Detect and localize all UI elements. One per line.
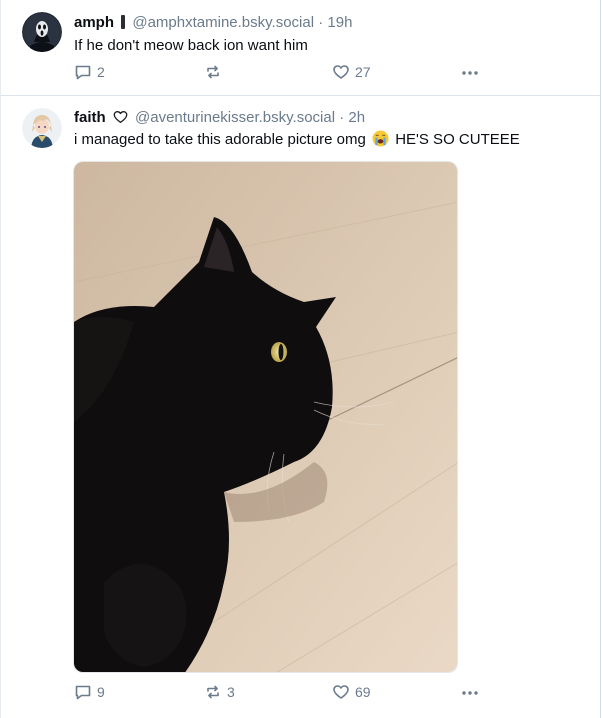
like-count: 27	[355, 64, 371, 80]
display-name[interactable]: faith	[74, 109, 106, 126]
post-faith[interactable]: faith @aventurinekisser.bsky.social · 2h…	[1, 96, 601, 718]
handle[interactable]: @aventurinekisser.bsky.social	[135, 109, 335, 126]
post-text-exclaim: HE'S SO CUTEEE	[395, 131, 520, 148]
like-count: 69	[355, 684, 371, 700]
post-text: i managed to take this adorable picture …	[74, 130, 520, 150]
timestamp[interactable]: 2h	[348, 109, 365, 126]
post-header: amph @amphxtamine.bsky.social · 19h	[74, 14, 352, 32]
heart-icon	[112, 109, 129, 130]
more-options-button[interactable]	[460, 682, 480, 702]
like-button[interactable]: 27	[332, 62, 371, 82]
post-actions: 2 27	[74, 62, 494, 82]
repost-arrows-icon	[204, 683, 222, 701]
avatar[interactable]	[22, 108, 62, 148]
reply-count: 9	[97, 684, 105, 700]
display-name[interactable]: amph	[74, 14, 114, 31]
repost-button[interactable]: 3	[204, 682, 235, 702]
feed: amph @amphxtamine.bsky.social · 19h If h…	[0, 0, 601, 718]
ellipsis-icon	[460, 63, 480, 81]
reply-button[interactable]: 2	[74, 62, 105, 82]
timestamp[interactable]: 19h	[327, 14, 352, 31]
ellipsis-icon	[460, 683, 480, 701]
reply-button[interactable]: 9	[74, 682, 105, 702]
more-options-button[interactable]	[460, 62, 480, 82]
crying-face-emoji-icon	[372, 130, 389, 147]
like-button[interactable]: 69	[332, 682, 371, 702]
reply-count: 2	[97, 64, 105, 80]
speech-bubble-icon	[74, 63, 92, 81]
repost-count: 3	[227, 684, 235, 700]
repost-button[interactable]	[204, 62, 227, 82]
separator: ·	[339, 109, 345, 126]
avatar[interactable]	[22, 12, 62, 52]
post-text: If he don't meow back ion want him	[74, 37, 308, 54]
flag-icon	[121, 15, 126, 29]
repost-arrows-icon	[204, 63, 222, 81]
heart-icon	[332, 683, 350, 701]
post-image-black-cat[interactable]	[73, 161, 458, 673]
post-amph[interactable]: amph @amphxtamine.bsky.social · 19h If h…	[1, 0, 601, 96]
handle[interactable]: @amphxtamine.bsky.social	[132, 14, 314, 31]
separator: ·	[318, 14, 324, 31]
heart-icon	[332, 63, 350, 81]
post-text-main: i managed to take this adorable picture …	[74, 131, 366, 148]
speech-bubble-icon	[74, 683, 92, 701]
post-actions: 9 3 69	[74, 682, 494, 702]
post-header: faith @aventurinekisser.bsky.social · 2h	[74, 109, 365, 130]
